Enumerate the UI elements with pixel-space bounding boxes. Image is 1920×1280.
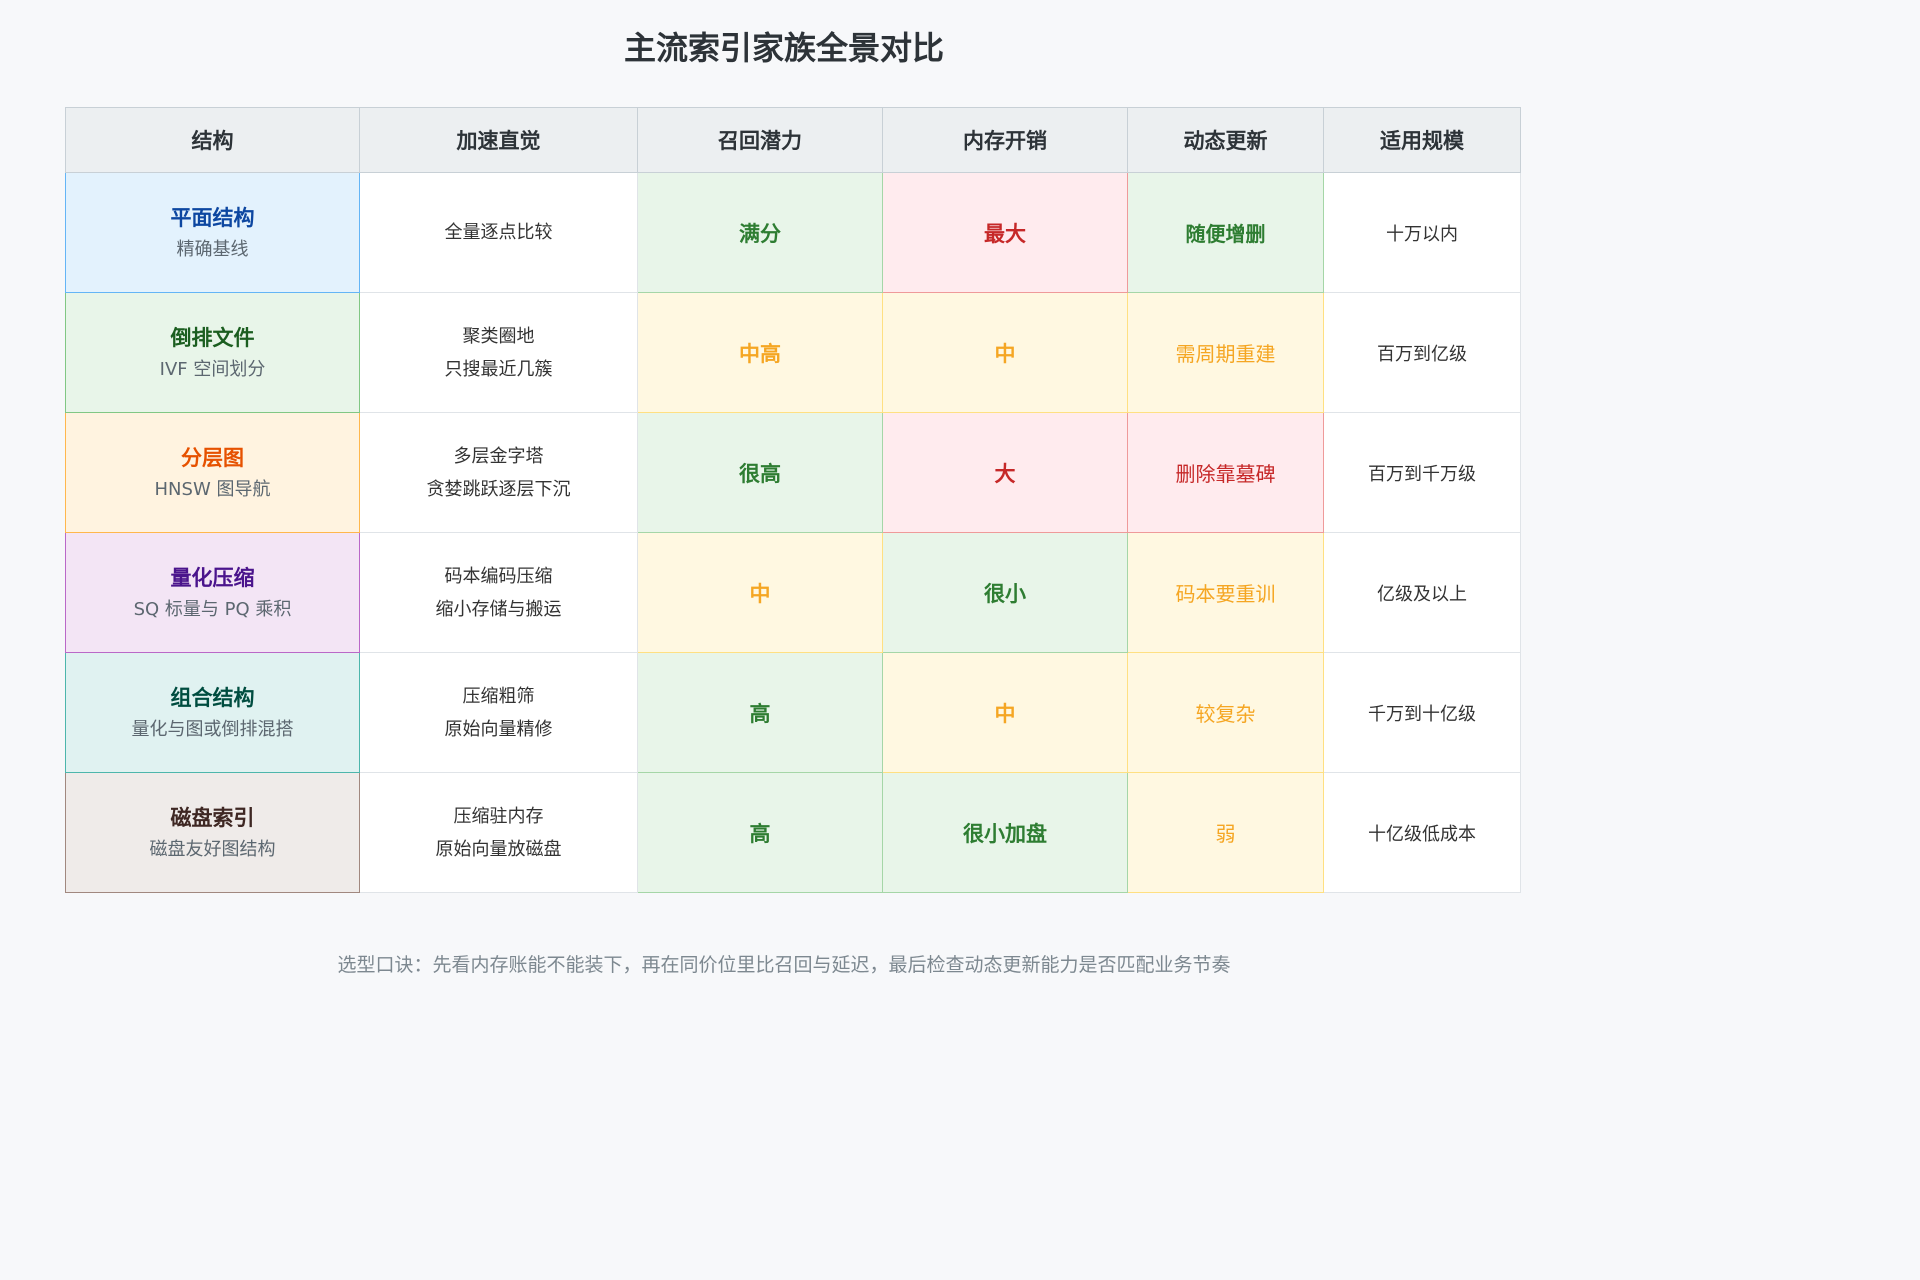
- scale-value: 百万到亿级: [1377, 343, 1467, 365]
- header-recall-potential: 召回潜力: [637, 107, 883, 173]
- memory-value: 大: [994, 461, 1016, 486]
- table-row-flat: 平面结构精确基线 全量逐点比较 满分 最大 随便增删 十万以内: [65, 172, 1521, 293]
- structure-cell: 组合结构量化与图或倒排混搭: [65, 652, 360, 773]
- update-value: 需周期重建: [1175, 342, 1276, 366]
- update-value: 弱: [1215, 822, 1236, 846]
- table-row-quantization: 量化压缩 SQ 标量与 PQ 乘积 码本编码压缩 缩小存储与搬运 中 很小 码本要重训 亿级及…: [65, 532, 1521, 653]
- header-dynamic-update: 动态更新: [1127, 107, 1324, 173]
- structure-cell: 平面结构 精确基线: [65, 172, 360, 293]
- intuition-line: 码本编码压缩: [444, 565, 553, 587]
- memory-cell: 最大: [882, 172, 1128, 293]
- intuition-cell: 压缩粗筛原始向量精修: [359, 652, 638, 773]
- intuition-line: 压缩驻内存: [453, 805, 544, 827]
- recall-value: 中高: [739, 341, 781, 366]
- intuition-cell: 压缩驻内存原始向量放磁盘: [359, 772, 638, 893]
- recall-value: 很高: [739, 461, 781, 486]
- recall-cell: 高: [637, 772, 883, 893]
- scale-cell: 十亿级低成本: [1323, 772, 1521, 893]
- structure-subtitle: 磁盘友好图结构: [149, 838, 276, 860]
- intuition-line: 原始向量放磁盘: [435, 838, 562, 860]
- intuition-cell: 全量逐点比较: [359, 172, 638, 293]
- intuition-cell: 多层金字塔贪婪跳跃逐层下沉: [359, 412, 638, 533]
- memory-value: 很小加盘: [963, 821, 1047, 846]
- update-value: 随便增删: [1185, 222, 1266, 246]
- structure-cell: 分层图 HNSW 图导航: [65, 412, 360, 533]
- structure-name: 组合结构: [170, 685, 255, 710]
- intuition-cell: 聚类圈地只搜最近几簇: [359, 292, 638, 413]
- scale-cell: 十万以内: [1323, 172, 1521, 293]
- scale-cell: 百万到亿级: [1323, 292, 1521, 413]
- memory-value: 中: [994, 341, 1016, 366]
- scale-value: 亿级及以上: [1377, 583, 1467, 605]
- recall-value: 满分: [739, 221, 781, 246]
- structure-subtitle: HNSW 图导航: [154, 478, 271, 500]
- recall-cell: 中高: [637, 292, 883, 413]
- update-cell: 删除靠墓碑: [1127, 412, 1324, 533]
- table-row-composite: 组合结构 量化与图或倒排混搭 压缩粗筛 原始向量精修高中较复杂 千万到十亿级: [65, 652, 1521, 773]
- page-title: 主流索引家族全景对比: [623, 29, 944, 67]
- intuition-line: 缩小存储与搬运: [435, 598, 562, 620]
- memory-value: 中: [994, 701, 1016, 726]
- update-cell: 较复杂: [1127, 652, 1324, 773]
- recall-value: 高: [749, 821, 771, 846]
- structure-name: 磁盘索引: [170, 805, 255, 830]
- structure-name: 分层图: [181, 445, 244, 470]
- table-row-disk: 磁盘索引 磁盘友好图结构 压缩驻内存 原始向量放磁盘高很小加盘弱十亿级低成本: [65, 772, 1521, 893]
- scale-cell: 亿级及以上: [1323, 532, 1521, 653]
- scale-cell: 千万到十亿级: [1323, 652, 1521, 773]
- intuition-line: 贪婪跳跃逐层下沉: [426, 478, 571, 500]
- update-cell: 需周期重建: [1127, 292, 1324, 413]
- scale-value: 千万到十亿级: [1368, 703, 1476, 725]
- intuition-cell: 码本编码压缩 缩小存储与搬运: [359, 532, 638, 653]
- structure-cell: 磁盘索引磁盘友好图结构: [65, 772, 360, 893]
- scale-value: 百万到千万级: [1368, 463, 1476, 485]
- recall-cell: 满分: [637, 172, 883, 293]
- scale-cell: 百万到千万级: [1323, 412, 1521, 533]
- memory-value: 很小: [984, 581, 1026, 606]
- header-structure: 结构: [65, 107, 360, 173]
- header-applicable-scale: 适用规模: [1323, 107, 1521, 173]
- structure-subtitle: IVF 空间划分: [159, 358, 266, 380]
- recall-cell: 中: [637, 532, 883, 653]
- recall-cell: 很高: [637, 412, 883, 533]
- memory-cell: 很小加盘: [882, 772, 1128, 893]
- structure-subtitle: 精确基线: [176, 238, 249, 260]
- header-speedup-intuition: 加速直觉: [359, 107, 638, 173]
- recall-cell: 高: [637, 652, 883, 773]
- intuition-line: 聚类圈地: [462, 325, 535, 347]
- header-memory-cost: 内存开销: [882, 107, 1128, 173]
- intuition-line: 原始向量精修: [444, 718, 553, 740]
- structure-cell: 倒排文件 IVF 空间划分: [65, 292, 360, 413]
- structure-subtitle: SQ 标量与 PQ 乘积: [133, 598, 292, 620]
- structure-name: 倒排文件: [170, 325, 255, 350]
- intuition-line: 全量逐点比较: [444, 222, 553, 243]
- structure-name: 平面结构: [170, 205, 255, 230]
- update-cell: 码本要重训: [1127, 532, 1324, 653]
- table-row-hnsw: 分层图 HNSW 图导航 多层金字塔贪婪跳跃逐层下沉 很高 大 删除靠墓碑 百万到千万级: [65, 412, 1521, 533]
- scale-value: 十万以内: [1386, 223, 1458, 245]
- memory-cell: 很小: [882, 532, 1128, 653]
- memory-cell: 大: [882, 412, 1128, 533]
- memory-value: 最大: [984, 221, 1026, 246]
- memory-cell: 中: [882, 292, 1128, 413]
- structure-subtitle: 量化与图或倒排混搭: [131, 718, 294, 740]
- recall-value: 中: [749, 581, 771, 606]
- intuition-line: 多层金字塔: [453, 445, 544, 467]
- comparison-table: 结构 加速直觉 召回潜力 内存开销 动态更新 适用规模 平面结构精确基线 全量逐点…: [65, 107, 1521, 893]
- intuition-line: 只搜最近几簇: [444, 358, 553, 380]
- header-row: 结构 加速直觉 召回潜力 内存开销 动态更新 适用规模: [65, 107, 1521, 173]
- update-value: 码本要重训: [1175, 582, 1276, 606]
- update-cell: 随便增删: [1127, 172, 1324, 293]
- update-value: 删除靠墓碑: [1175, 462, 1276, 486]
- structure-cell: 量化压缩 SQ 标量与 PQ 乘积: [65, 532, 360, 653]
- structure-name: 量化压缩: [170, 565, 255, 590]
- footer-note: 选型口诀：先看内存账能不能装下，再在同价位里比召回与延迟，最后检查动态更新能力是…: [337, 954, 1231, 976]
- update-cell: 弱: [1127, 772, 1324, 893]
- intuition-line: 压缩粗筛: [462, 685, 535, 707]
- scale-value: 十亿级低成本: [1368, 823, 1476, 845]
- table-row-ivf: 倒排文件 IVF 空间划分 聚类圈地只搜最近几簇 中高 中 需周期重建 百万到亿级: [65, 292, 1521, 413]
- update-value: 较复杂: [1195, 702, 1256, 726]
- memory-cell: 中: [882, 652, 1128, 773]
- recall-value: 高: [749, 701, 771, 726]
